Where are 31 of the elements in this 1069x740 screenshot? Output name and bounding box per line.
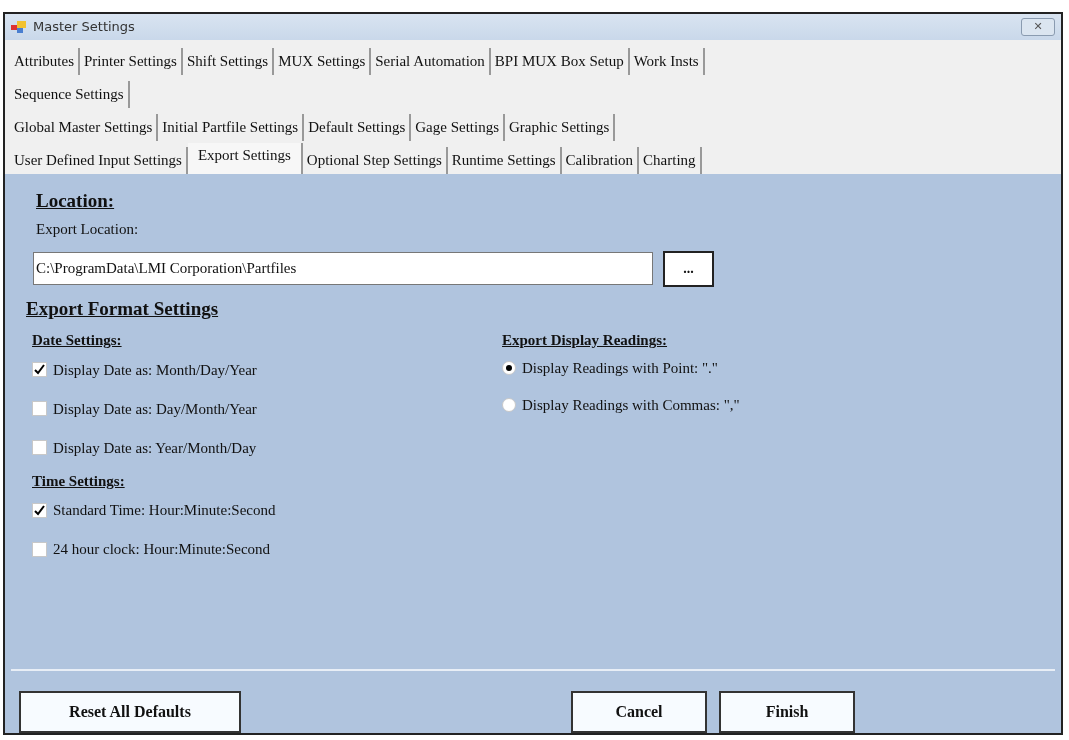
section-heading: Export Format Settings bbox=[26, 296, 220, 321]
cancel-button[interactable]: Cancel bbox=[571, 691, 707, 733]
checkbox-label: Display Date as: Day/Month/Year bbox=[53, 399, 257, 419]
field-label: Export Location: bbox=[36, 220, 140, 240]
checkbox[interactable] bbox=[32, 440, 47, 456]
section-heading: Location: bbox=[36, 188, 116, 213]
checkbox-label: 24 hour clock: Hour:Minute:Second bbox=[53, 540, 271, 560]
browse-button[interactable]: ... bbox=[663, 250, 714, 287]
window-title: Master Settings bbox=[33, 18, 135, 37]
reset-defaults-button[interactable]: Reset All Defaults bbox=[19, 691, 241, 733]
path-field[interactable]: C:\ProgramData\LMI Corporation\Partfiles bbox=[33, 252, 653, 286]
radio-label: Display Readings with Commas: "," bbox=[522, 395, 740, 415]
section-heading: Export Display Readings: bbox=[502, 331, 669, 351]
checkbox-label: Standard Time: Hour:Minute:Second bbox=[53, 501, 276, 521]
finish-button[interactable]: Finish bbox=[719, 691, 855, 733]
check-icon bbox=[34, 364, 45, 376]
app-icon bbox=[11, 19, 27, 34]
checkbox[interactable] bbox=[32, 541, 47, 557]
checkbox-label: Display Date as: Month/Day/Year bbox=[53, 360, 257, 380]
radio-button[interactable] bbox=[502, 360, 516, 375]
checkbox[interactable] bbox=[32, 362, 47, 378]
section-heading: Time Settings: bbox=[32, 471, 126, 491]
radio-label: Display Readings with Point: "." bbox=[522, 358, 718, 378]
checkbox-label: Display Date as: Year/Month/Day bbox=[53, 438, 257, 458]
radio-button[interactable] bbox=[502, 397, 516, 412]
checkbox[interactable] bbox=[32, 401, 47, 417]
section-heading: Date Settings: bbox=[32, 331, 123, 351]
tab[interactable]: Export Settings bbox=[187, 142, 303, 174]
check-icon bbox=[34, 504, 45, 516]
checkbox[interactable] bbox=[32, 502, 47, 518]
close-button[interactable]: ✕ bbox=[1021, 17, 1055, 36]
